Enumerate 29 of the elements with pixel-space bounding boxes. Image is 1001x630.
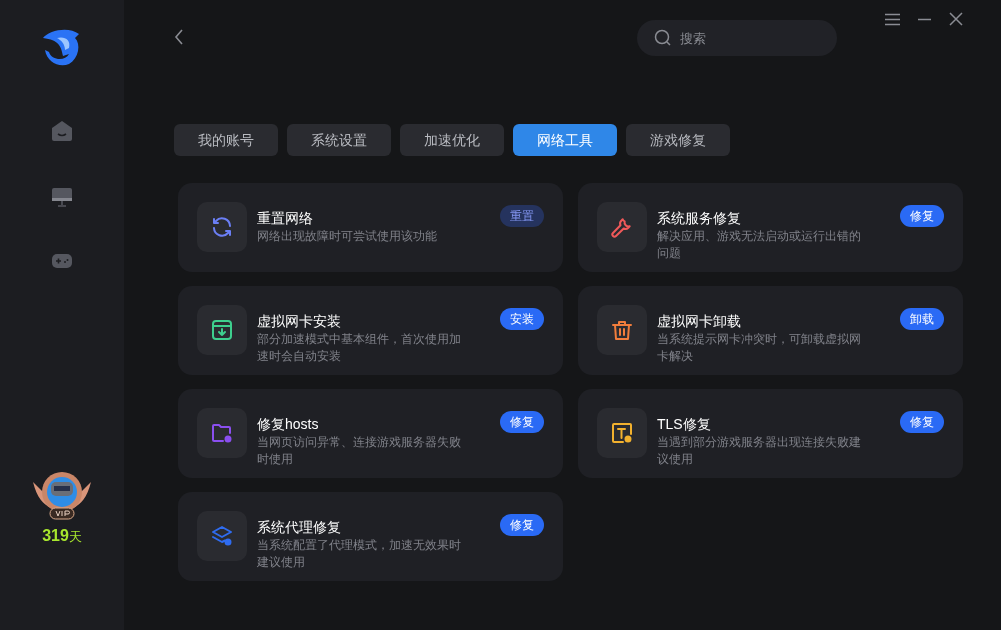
tool-action-button[interactable]: 安装 [500,308,544,330]
tool-title: 修复hosts [257,415,320,434]
tool-action-button[interactable]: 卸载 [900,308,944,330]
vip-days-unit: 天 [68,528,82,546]
tool-action-button[interactable]: 修复 [900,205,944,227]
tool-title: TLS修复 [657,415,712,434]
tool-title: 系统代理修复 [257,518,342,537]
vip-days-count: 319 [42,526,69,546]
tool-title: 虚拟网卡卸载 [657,312,742,331]
tool-description: 当遇到部分游戏服务器出现连接失败建议使用 [657,434,862,468]
settings-tab[interactable]: 加速优化 [400,124,504,156]
tool-description: 当系统提示网卡冲突时，可卸载虚拟网卡解决 [657,331,862,365]
tool-action-button[interactable]: 修复 [500,514,544,536]
settings-tab[interactable]: 网络工具 [513,124,617,156]
tool-description: 解决应用、游戏无法启动或运行出错的问题 [657,228,862,262]
tool-title: 系统服务修复 [657,209,742,228]
search-field[interactable]: 搜索 [637,20,837,56]
tool-action-button[interactable]: 修复 [500,411,544,433]
tool-description: 部分加速模式中基本组件，首次使用加速时会自动安装 [257,331,462,365]
tool-description: 当系统配置了代理模式，加速无效果时建议使用 [257,537,462,571]
tool-action-button[interactable]: 修复 [900,411,944,433]
settings-tab[interactable]: 游戏修复 [626,124,730,156]
settings-tab[interactable]: 我的账号 [174,124,278,156]
tool-description: 网络出现故障时可尝试使用该功能 [257,228,438,245]
tool-action-button[interactable]: 重置 [500,205,544,227]
tool-title: 虚拟网卡安装 [257,312,342,331]
settings-tab[interactable]: 系统设置 [287,124,391,156]
tool-title: 重置网络 [257,209,314,228]
tool-description: 当网页访问异常、连接游戏服务器失败时使用 [257,434,462,468]
